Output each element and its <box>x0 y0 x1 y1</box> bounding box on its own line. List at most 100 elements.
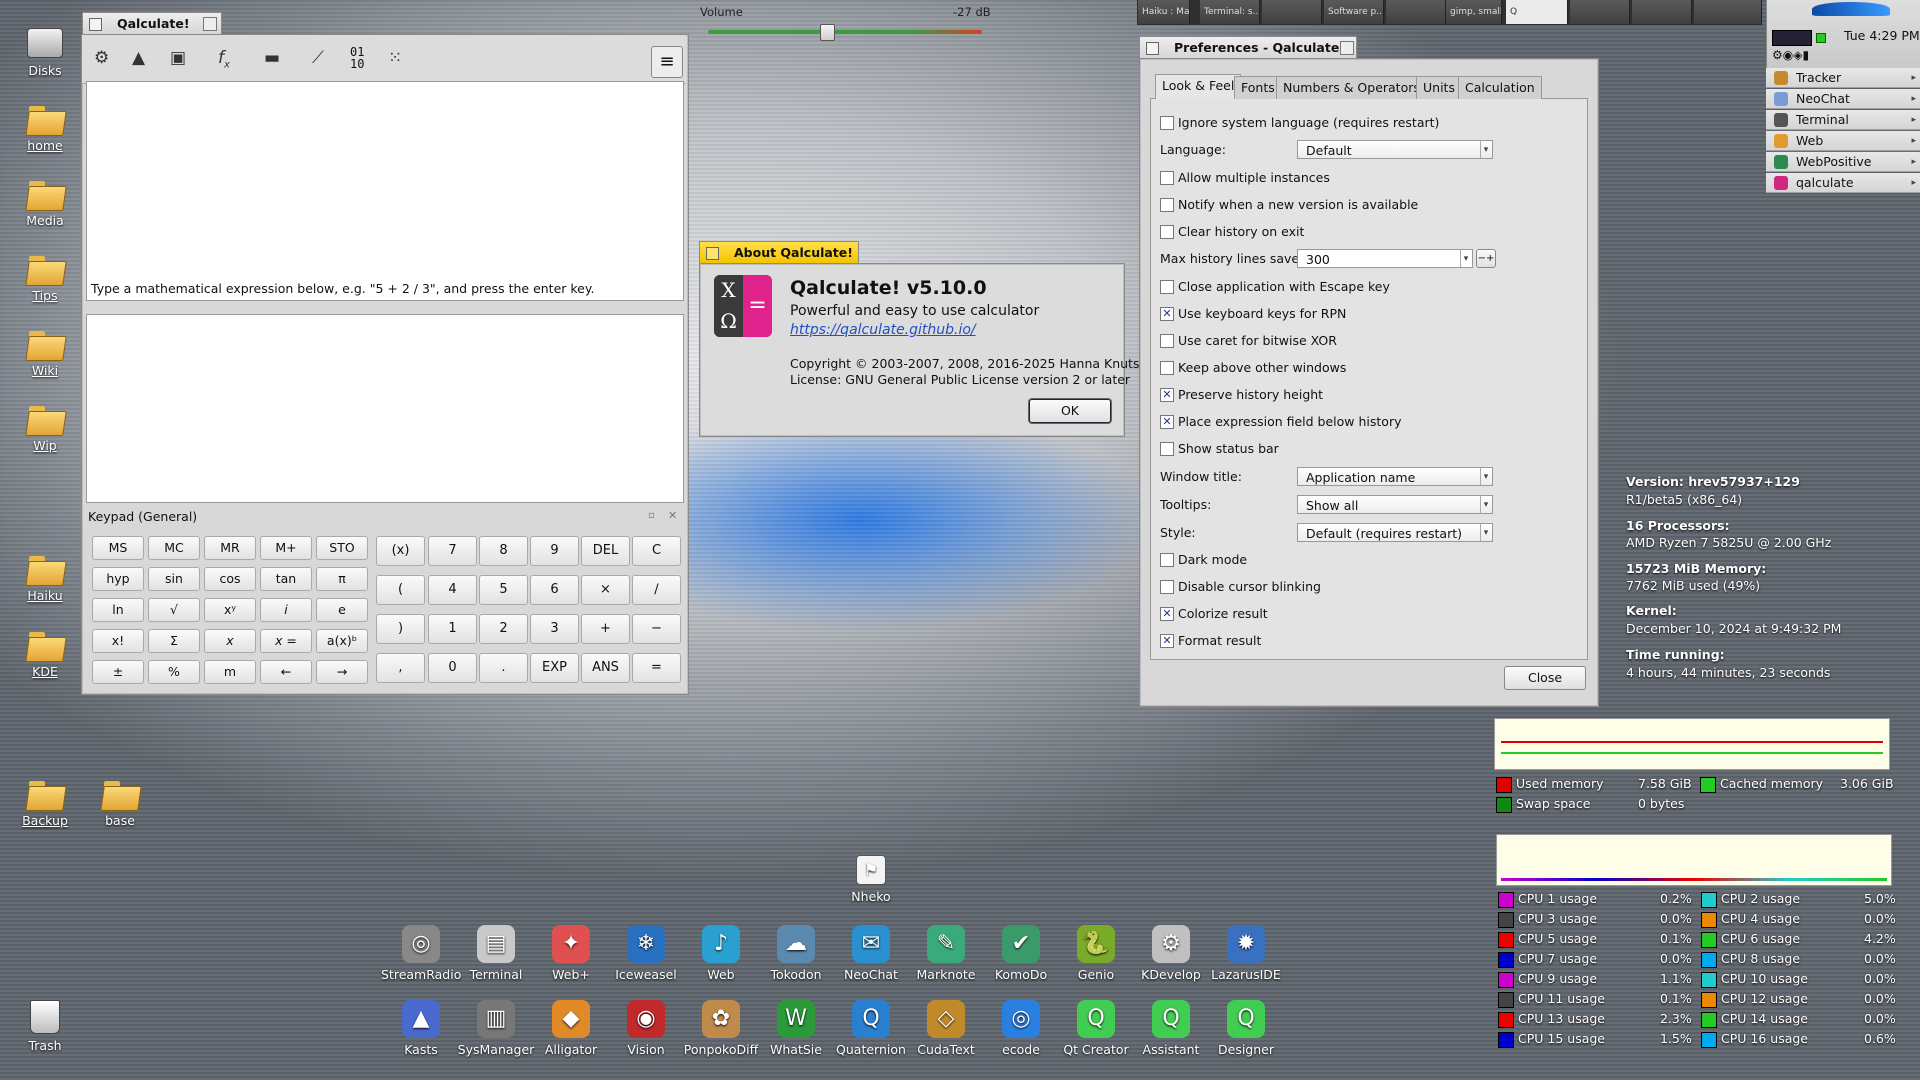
keypad-key[interactable]: → <box>316 660 368 684</box>
checkbox-unchecked[interactable] <box>1160 280 1174 294</box>
haiku-leaf-icon[interactable] <box>1812 2 1890 16</box>
checkbox-checked[interactable]: ✕ <box>1160 634 1174 648</box>
units-icon[interactable]: ▬ <box>264 48 280 68</box>
desktop-icon-wip[interactable]: Wip <box>10 404 80 453</box>
dock-app-genio[interactable]: 🐍 Genio <box>1056 925 1136 982</box>
prefs-close-button[interactable]: Close <box>1504 666 1586 690</box>
keypad-key[interactable]: cos <box>204 567 256 591</box>
keypad-key[interactable]: Σ <box>148 629 200 653</box>
checkbox-unchecked[interactable] <box>1160 116 1174 130</box>
dock-app-streamradio[interactable]: ◎ StreamRadio <box>381 925 461 982</box>
desktop-icon-trash[interactable]: Trash <box>10 1000 80 1053</box>
close-icon[interactable]: ✕ <box>668 509 677 522</box>
dock-app-kasts[interactable]: ▲ Kasts <box>381 1000 461 1057</box>
keypad-key[interactable]: tan <box>260 567 312 591</box>
tab-units[interactable]: Units <box>1416 76 1462 99</box>
checkbox-unchecked[interactable] <box>1160 442 1174 456</box>
keypad-key[interactable]: xʸ <box>204 598 256 622</box>
checkbox-checked[interactable]: ✕ <box>1160 388 1174 402</box>
keypad-key[interactable]: i <box>260 598 312 622</box>
keypad-key[interactable]: ln <box>92 598 144 622</box>
desktop-icon-kde[interactable]: KDE <box>10 630 80 679</box>
zoom-icon[interactable] <box>1340 41 1354 55</box>
clock[interactable]: Tue 4:29 PM <box>1844 28 1920 43</box>
keypad-key[interactable]: MC <box>148 536 200 560</box>
desktop-icon-tips[interactable]: Tips <box>10 254 80 303</box>
task-qalculate[interactable]: Q <box>1506 0 1568 24</box>
keypad-key[interactable]: m <box>204 660 256 684</box>
workspace-8[interactable] <box>1570 0 1630 24</box>
dock-app-vision[interactable]: ◉ Vision <box>606 1000 686 1057</box>
dock-app-sysmanager[interactable]: ▥ SysManager <box>456 1000 536 1057</box>
keypad-key[interactable]: 0 <box>428 653 477 683</box>
keypad-key[interactable]: , <box>376 653 425 683</box>
keypad-key[interactable]: % <box>148 660 200 684</box>
deskbar-item[interactable]: Web ▸ <box>1766 131 1920 151</box>
checkbox-unchecked[interactable] <box>1160 225 1174 239</box>
desktop-icon-media[interactable]: Media <box>10 179 80 228</box>
keypad-key[interactable]: 5 <box>479 575 528 605</box>
dock-app-tokodon[interactable]: ☁ Tokodon <box>756 925 836 982</box>
menu-button[interactable]: ≡ <box>651 46 683 78</box>
keypad-key[interactable]: MR <box>204 536 256 560</box>
prefs-dropdown[interactable]: Default (requires restart) <box>1297 523 1493 542</box>
deskbar-item[interactable]: NeoChat ▸ <box>1766 89 1920 109</box>
dock-app-ponpokodiff[interactable]: ✿ PonpokoDiff <box>681 1000 761 1057</box>
task-haiku[interactable]: Haiku : Mai... <box>1138 0 1190 24</box>
dock-app-assistant[interactable]: Q Assistant <box>1131 1000 1211 1057</box>
desktop-icon-haiku[interactable]: Haiku <box>10 554 80 603</box>
deskbar-item[interactable]: qalculate ▸ <box>1766 173 1920 193</box>
keypad-key[interactable]: ANS <box>581 653 630 683</box>
task-blank-2[interactable] <box>1386 0 1446 24</box>
desktop-icon-disks[interactable]: Disks <box>10 28 80 78</box>
dock-app-iceweasel[interactable]: ❄ Iceweasel <box>606 925 686 982</box>
deskbar-item[interactable]: Tracker ▸ <box>1766 68 1920 88</box>
keypad-key[interactable]: ) <box>376 614 425 644</box>
dock-app-neochat[interactable]: ✉ NeoChat <box>831 925 911 982</box>
keypad-key[interactable]: × <box>581 575 630 605</box>
keypad-key[interactable]: = <box>632 653 681 683</box>
dock-app-marknote[interactable]: ✎ Marknote <box>906 925 986 982</box>
keypad-key[interactable]: sin <box>148 567 200 591</box>
keypad-key[interactable]: + <box>581 614 630 644</box>
function-icon[interactable]: fx <box>218 48 230 70</box>
keypad-icon[interactable]: ⁙ <box>388 48 402 68</box>
expression-input[interactable] <box>86 314 684 503</box>
keypad-key[interactable]: 6 <box>530 575 579 605</box>
tab-fonts[interactable]: Fonts <box>1234 76 1282 99</box>
desktop-icon-backup[interactable]: Backup <box>10 779 80 828</box>
volume-slider[interactable] <box>708 30 982 34</box>
tab-numbers-operators[interactable]: Numbers & Operators <box>1276 76 1427 99</box>
dock-app-quaternion[interactable]: Q Quaternion <box>831 1000 911 1057</box>
keypad-key[interactable]: 4 <box>428 575 477 605</box>
checkbox-unchecked[interactable] <box>1160 198 1174 212</box>
dock-app-designer[interactable]: Q Designer <box>1206 1000 1286 1057</box>
prefs-dropdown[interactable]: Application name <box>1297 467 1493 486</box>
checkbox-checked[interactable]: ✕ <box>1160 607 1174 621</box>
keypad-key[interactable]: 7 <box>428 536 477 566</box>
desktop-icon-nheko[interactable]: ⚑ Nheko <box>831 855 911 904</box>
checkbox-unchecked[interactable] <box>1160 361 1174 375</box>
keypad-key[interactable]: MS <box>92 536 144 560</box>
keypad-key[interactable]: ( <box>376 575 425 605</box>
dock-app-alligator[interactable]: ◆ Alligator <box>531 1000 611 1057</box>
keypad-key[interactable]: 9 <box>530 536 579 566</box>
task-blank-1[interactable] <box>1262 0 1322 24</box>
keypad-key[interactable]: DEL <box>581 536 630 566</box>
keypad-key[interactable]: x = <box>260 629 312 653</box>
task-software[interactable]: Software p... <box>1324 0 1384 24</box>
keypad-key[interactable]: e <box>316 598 368 622</box>
close-box-icon[interactable] <box>89 18 102 31</box>
about-title-tab[interactable]: About Qalculate! <box>699 241 859 263</box>
keypad-key[interactable]: (x) <box>376 536 425 566</box>
close-box-icon[interactable] <box>706 247 719 260</box>
checkbox-unchecked[interactable] <box>1160 580 1174 594</box>
desktop-icon-home[interactable]: home <box>10 104 80 153</box>
calculator-title-tab[interactable]: Qalculate! <box>82 12 222 34</box>
detach-icon[interactable]: ▫ <box>648 510 655 521</box>
shapes-icon[interactable]: ▲ <box>132 48 145 68</box>
checkbox-checked[interactable]: ✕ <box>1160 307 1174 321</box>
keypad-key[interactable]: π <box>316 567 368 591</box>
history-lines-spinner[interactable]: −+ <box>1476 249 1496 268</box>
keypad-key[interactable]: 3 <box>530 614 579 644</box>
